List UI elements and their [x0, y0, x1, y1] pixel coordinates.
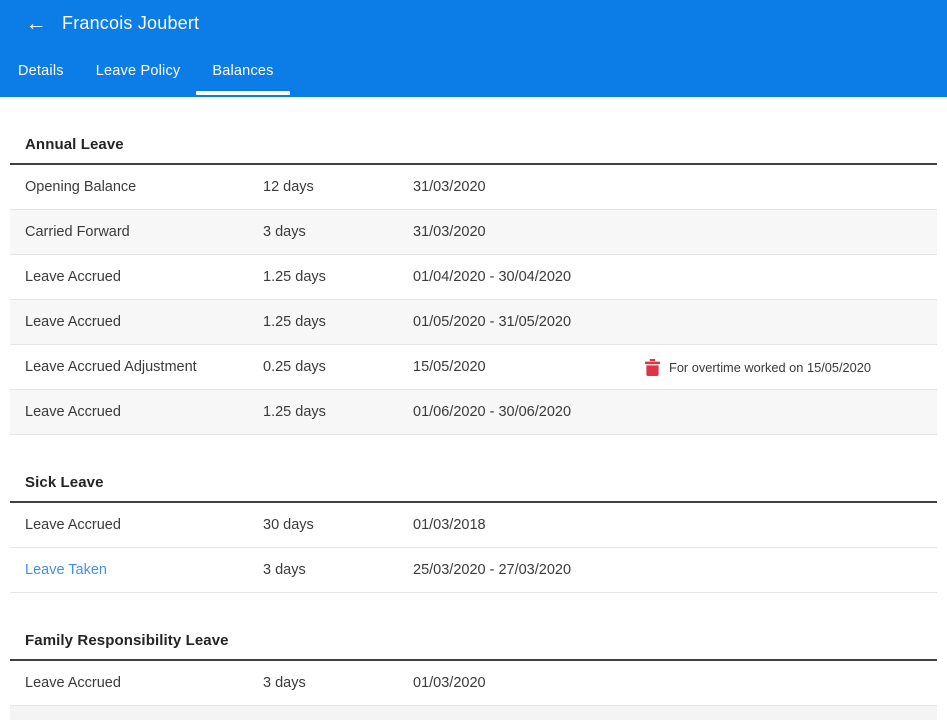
header-title-bar: ← Francois Joubert — [0, 7, 947, 39]
back-arrow-icon: ← — [26, 13, 47, 34]
delete-adjustment-button[interactable] — [645, 359, 660, 376]
table-row: Opening Balance 12 days 31/03/2020 — [10, 165, 937, 210]
table-row: Carried Forward 3 days 31/03/2020 — [10, 210, 937, 255]
row-date: 01/03/2018 — [413, 517, 645, 533]
row-label: Leave Accrued — [25, 314, 263, 330]
section-sick-leave: Sick Leave Leave Accrued 30 days 01/03/2… — [10, 474, 937, 593]
section-title: Family Responsibility Leave — [25, 632, 922, 649]
annual-leave-table: Opening Balance 12 days 31/03/2020 Carri… — [10, 165, 937, 435]
partially-visible-row — [10, 706, 937, 720]
row-date: 31/03/2020 — [413, 224, 645, 240]
tab-balances-label: Balances — [212, 63, 273, 79]
row-amount: 3 days — [263, 675, 413, 691]
section-title: Sick Leave — [25, 474, 922, 491]
tab-bar: Details Leave Policy Balances — [2, 44, 290, 97]
row-amount: 3 days — [263, 224, 413, 240]
row-date: 01/05/2020 - 31/05/2020 — [413, 314, 645, 330]
employee-balances-screen: ← Francois Joubert Details Leave Policy … — [0, 0, 947, 724]
tab-details-label: Details — [18, 63, 64, 79]
table-row: Leave Accrued 3 days 01/03/2020 — [10, 661, 937, 706]
table-row: Leave Accrued 1.25 days 01/05/2020 - 31/… — [10, 300, 937, 345]
table-row: Leave Accrued 1.25 days 01/06/2020 - 30/… — [10, 390, 937, 435]
balances-content: Annual Leave Opening Balance 12 days 31/… — [0, 136, 947, 720]
tab-leave-policy[interactable]: Leave Policy — [80, 44, 197, 97]
family-responsibility-leave-table: Leave Accrued 3 days 01/03/2020 — [10, 661, 937, 720]
leave-taken-link[interactable]: Leave Taken — [25, 562, 263, 578]
row-amount: 30 days — [263, 517, 413, 533]
row-date: 15/05/2020 — [413, 359, 645, 375]
row-date: 01/06/2020 - 30/06/2020 — [413, 404, 645, 420]
row-date: 01/03/2020 — [413, 675, 645, 691]
row-amount: 3 days — [263, 562, 413, 578]
row-label: Opening Balance — [25, 179, 263, 195]
row-label: Leave Accrued — [25, 517, 263, 533]
row-label: Leave Accrued Adjustment — [25, 359, 263, 375]
row-date: 31/03/2020 — [413, 179, 645, 195]
row-label: Leave Accrued — [25, 675, 263, 691]
section-family-responsibility-leave: Family Responsibility Leave Leave Accrue… — [10, 632, 937, 720]
section-annual-leave: Annual Leave Opening Balance 12 days 31/… — [10, 136, 937, 435]
page-title: Francois Joubert — [62, 13, 199, 34]
row-amount: 1.25 days — [263, 269, 413, 285]
section-title: Annual Leave — [25, 136, 922, 153]
table-row: Leave Accrued 30 days 01/03/2018 — [10, 503, 937, 548]
row-amount: 12 days — [263, 179, 413, 195]
tab-balances[interactable]: Balances — [196, 44, 289, 97]
row-amount: 1.25 days — [263, 314, 413, 330]
back-button[interactable]: ← — [18, 8, 54, 38]
tab-details[interactable]: Details — [2, 44, 80, 97]
row-amount: 0.25 days — [263, 359, 413, 375]
row-label: Leave Accrued — [25, 404, 263, 420]
app-header: ← Francois Joubert Details Leave Policy … — [0, 0, 947, 97]
tab-active-underline — [196, 91, 289, 95]
row-date: 01/04/2020 - 30/04/2020 — [413, 269, 645, 285]
row-label: Carried Forward — [25, 224, 263, 240]
table-row-adjustment: Leave Accrued Adjustment 0.25 days 15/05… — [10, 345, 937, 390]
sick-leave-table: Leave Accrued 30 days 01/03/2018 Leave T… — [10, 503, 937, 593]
tab-leave-policy-label: Leave Policy — [96, 63, 181, 79]
table-row: Leave Accrued 1.25 days 01/04/2020 - 30/… — [10, 255, 937, 300]
adjustment-note: For overtime worked on 15/05/2020 — [669, 360, 871, 375]
trash-icon — [645, 359, 660, 376]
table-row: Leave Taken 3 days 25/03/2020 - 27/03/20… — [10, 548, 937, 593]
row-amount: 1.25 days — [263, 404, 413, 420]
row-label: Leave Accrued — [25, 269, 263, 285]
row-date: 25/03/2020 - 27/03/2020 — [413, 562, 645, 578]
